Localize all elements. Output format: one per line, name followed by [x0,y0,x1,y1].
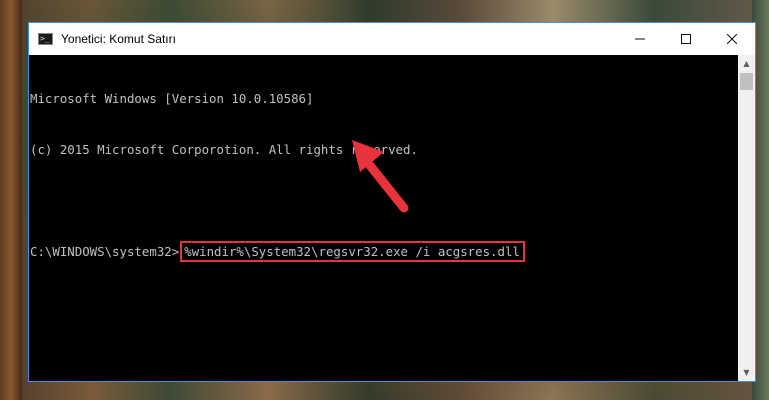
vertical-scrollbar[interactable]: ▲ ▼ [738,55,755,381]
cmd-icon: >_ [38,33,53,45]
close-icon [727,34,737,44]
scroll-down-button[interactable]: ▼ [738,364,755,381]
title-bar[interactable]: >_ Yonetici: Komut Satırı [29,23,755,55]
pointer-arrow-icon [352,140,409,213]
console-line: Microsoft Windows [Version 10.0.10586] [30,91,314,106]
maximize-icon [681,34,691,44]
minimize-button[interactable] [617,23,663,55]
minimize-icon [635,38,645,40]
highlighted-command: %windir%\System32\regsvr32.exe /i acgsre… [180,241,525,262]
maximize-button[interactable] [663,23,709,55]
console-prompt: C:\WINDOWS\system32> [30,244,180,259]
background-tree [0,0,22,400]
scroll-thumb[interactable] [740,73,753,90]
command-line: C:\WINDOWS\system32> %windir%\System32\re… [30,241,738,262]
close-button[interactable] [709,23,755,55]
scroll-up-button[interactable]: ▲ [738,55,755,72]
window-controls [617,23,755,55]
window-title: Yonetici: Komut Satırı [61,32,176,46]
